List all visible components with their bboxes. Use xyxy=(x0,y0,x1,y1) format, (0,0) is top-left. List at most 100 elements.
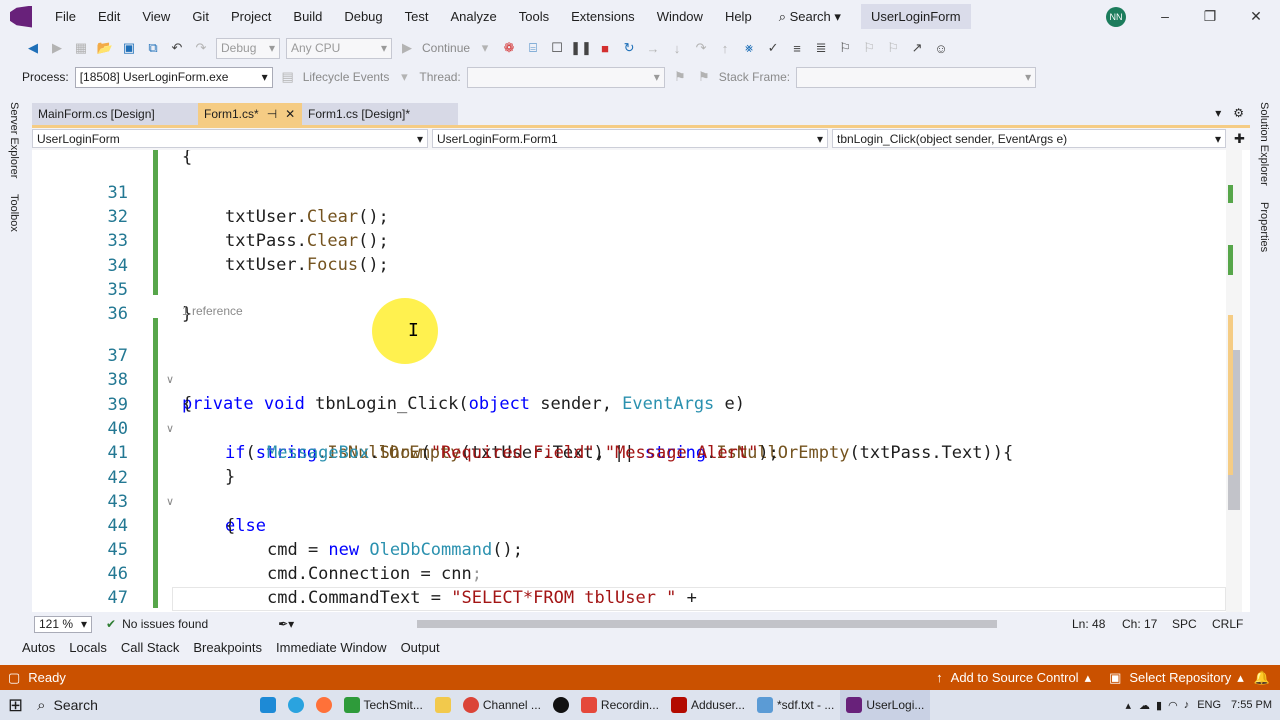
notifications-icon[interactable]: 🔔 xyxy=(1254,670,1270,686)
whitespace-status[interactable]: SPC xyxy=(1172,617,1197,631)
tab-mainform-design[interactable]: MainForm.cs [Design] xyxy=(32,103,198,125)
flag-thread-icon[interactable]: ⚑ xyxy=(671,68,689,86)
menu-project[interactable]: Project xyxy=(220,9,282,24)
chevron-down-icon[interactable]: ▾ xyxy=(395,68,413,86)
taskbar-acrobat[interactable]: Adduser... xyxy=(665,690,751,720)
wifi-icon[interactable]: ◠ xyxy=(1168,699,1178,712)
taskbar-telegram[interactable] xyxy=(282,690,310,720)
lifecycle-events-button[interactable]: Lifecycle Events xyxy=(303,70,390,84)
thread-select[interactable]: ▾ xyxy=(466,66,665,88)
hex-display-icon[interactable]: ⨳ xyxy=(740,39,758,57)
close-icon[interactable]: ✕ xyxy=(285,107,295,121)
window-layout-icon[interactable]: ☐ xyxy=(548,39,566,57)
menu-view[interactable]: View xyxy=(131,9,181,24)
step-out-icon[interactable]: ↑ xyxy=(716,39,734,57)
filter-thread-icon[interactable]: ⚑ xyxy=(695,68,713,86)
menu-build[interactable]: Build xyxy=(282,9,333,24)
issues-status[interactable]: No issues found xyxy=(122,617,208,631)
save-icon[interactable]: ▣ xyxy=(120,39,138,57)
tab-autos[interactable]: Autos xyxy=(22,640,55,660)
new-project-icon[interactable]: ▦ xyxy=(72,39,90,57)
step-over-icon[interactable]: ↷ xyxy=(692,39,710,57)
comment-icon[interactable]: ≡ xyxy=(788,39,806,57)
undo-icon[interactable]: ↶ xyxy=(168,39,186,57)
forward-icon[interactable]: ▶ xyxy=(48,39,66,57)
onedrive-icon[interactable]: ☁ xyxy=(1139,699,1150,712)
tab-output[interactable]: Output xyxy=(401,640,440,660)
split-editor-icon[interactable]: ✚ xyxy=(1230,129,1249,149)
open-file-icon[interactable]: 📂 xyxy=(96,39,114,57)
tray-chevron-icon[interactable]: ▴ xyxy=(1125,699,1131,712)
continue-button[interactable]: Continue xyxy=(422,41,470,55)
back-icon[interactable]: ◀ xyxy=(24,39,42,57)
stop-icon[interactable]: ■ xyxy=(596,39,614,57)
uncomment-icon[interactable]: ≣ xyxy=(812,39,830,57)
hot-reload-icon[interactable]: ❁ xyxy=(500,39,518,57)
search-button[interactable]: ⌕ Search ▾ xyxy=(771,9,849,25)
menu-edit[interactable]: Edit xyxy=(87,9,131,24)
toolbox-tab[interactable]: Toolbox xyxy=(8,194,20,232)
battery-icon[interactable]: ▮ xyxy=(1156,699,1162,712)
tab-breakpoints[interactable]: Breakpoints xyxy=(193,640,262,660)
line-ending-status[interactable]: CRLF xyxy=(1212,617,1243,631)
taskbar-techsmith[interactable]: TechSmit... xyxy=(338,690,429,720)
taskbar-tiktok[interactable] xyxy=(547,690,575,720)
codelens-references[interactable]: 1 reference xyxy=(182,304,243,318)
taskbar-notepad[interactable]: *sdf.txt - ... xyxy=(751,690,840,720)
taskbar-edge[interactable] xyxy=(254,690,282,720)
menu-test[interactable]: Test xyxy=(394,9,440,24)
prev-bookmark-icon[interactable]: ⚐ xyxy=(860,39,878,57)
process-select[interactable]: [18508] UserLoginForm.exe ▾ xyxy=(74,66,273,88)
next-bookmark-icon[interactable]: ⚐ xyxy=(884,39,902,57)
redo-icon[interactable]: ↷ xyxy=(192,39,210,57)
taskbar-folder[interactable] xyxy=(429,690,457,720)
taskbar-search[interactable]: Search xyxy=(54,697,254,713)
platform-select[interactable]: Any CPU ▾ xyxy=(286,37,392,59)
show-next-statement-icon[interactable]: → xyxy=(644,39,662,57)
add-to-source-control-button[interactable]: Add to Source Control xyxy=(951,670,1079,685)
break-all-icon[interactable]: ❚❚ xyxy=(570,39,592,57)
class-nav-select[interactable]: UserLoginForm.Form1 ▾ xyxy=(432,129,828,148)
taskbar-chrome[interactable]: Channel ... xyxy=(457,690,547,720)
windows-start-icon[interactable]: ⊞ xyxy=(8,695,23,716)
horizontal-scrollbar[interactable] xyxy=(417,620,997,628)
minimize-icon[interactable]: – xyxy=(1155,8,1175,24)
tab-form1-design[interactable]: Form1.cs [Design]* xyxy=(302,103,458,125)
server-explorer-tab[interactable]: Server Explorer xyxy=(8,102,20,178)
configuration-select[interactable]: Debug ▾ xyxy=(216,37,280,59)
clock[interactable]: 7:55 PM xyxy=(1231,699,1272,711)
tab-immediate-window[interactable]: Immediate Window xyxy=(276,640,387,660)
bookmark-icon[interactable]: ⚐ xyxy=(836,39,854,57)
tab-form1-cs[interactable]: Form1.cs* ⊣ ✕ xyxy=(198,103,302,125)
step-into-icon[interactable]: ↓ xyxy=(668,39,686,57)
spell-check-icon[interactable]: ✓ xyxy=(764,39,782,57)
menu-tools[interactable]: Tools xyxy=(508,9,560,24)
taskbar-visual-studio[interactable]: UserLogi... xyxy=(840,690,931,720)
restore-icon[interactable]: ❐ xyxy=(1200,8,1220,25)
language-indicator[interactable]: ENG xyxy=(1197,699,1221,711)
volume-icon[interactable]: ♪ xyxy=(1184,699,1190,711)
menu-extensions[interactable]: Extensions xyxy=(560,9,646,24)
solution-explorer-tab[interactable]: Solution Explorer xyxy=(1258,102,1270,186)
settings-icon[interactable]: ⚙ xyxy=(1227,103,1250,125)
select-repository-button[interactable]: Select Repository xyxy=(1129,670,1231,685)
menu-analyze[interactable]: Analyze xyxy=(439,9,507,24)
avatar[interactable]: NN xyxy=(1106,7,1126,27)
attach-icon[interactable]: ⌸ xyxy=(524,39,542,57)
pin-icon[interactable]: ⊣ xyxy=(267,107,277,121)
stack-frame-select[interactable]: ▾ xyxy=(796,66,1037,88)
restart-icon[interactable]: ↻ xyxy=(620,39,638,57)
zoom-select[interactable]: 121 % ▾ xyxy=(34,615,92,633)
feedback-icon[interactable]: ☺ xyxy=(932,39,950,57)
menu-help[interactable]: Help xyxy=(714,9,763,24)
properties-tab[interactable]: Properties xyxy=(1258,202,1270,252)
menu-file[interactable]: File xyxy=(44,9,87,24)
menu-window[interactable]: Window xyxy=(646,9,714,24)
tab-locals[interactable]: Locals xyxy=(69,640,107,660)
tab-overflow-icon[interactable]: ▾ xyxy=(1209,103,1227,125)
member-nav-select[interactable]: tbnLogin_Click(object sender, EventArgs … xyxy=(832,129,1226,148)
menu-debug[interactable]: Debug xyxy=(333,9,393,24)
menu-git[interactable]: Git xyxy=(181,9,220,24)
taskbar-firefox[interactable] xyxy=(310,690,338,720)
project-nav-select[interactable]: UserLoginForm ▾ xyxy=(32,129,428,148)
